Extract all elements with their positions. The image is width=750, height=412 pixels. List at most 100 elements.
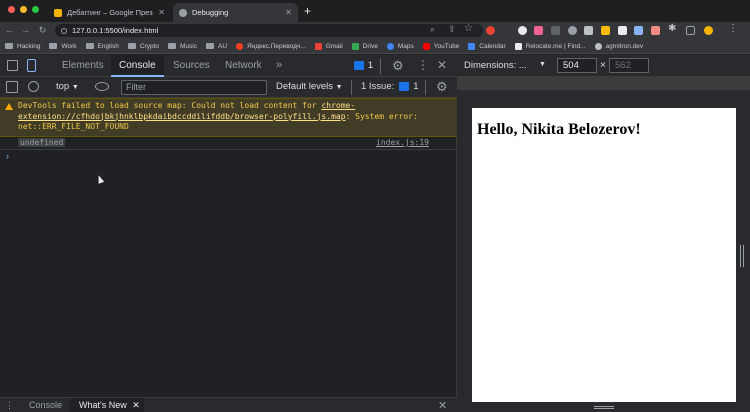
- new-tab-button[interactable]: +: [304, 4, 311, 18]
- log-source-link[interactable]: index.js:19: [376, 138, 429, 147]
- bookmark-music[interactable]: Music: [168, 43, 197, 50]
- width-input[interactable]: 504: [557, 58, 597, 73]
- back-arrow-icon[interactable]: ←: [4, 25, 15, 36]
- extension-gear-icon[interactable]: [568, 26, 577, 35]
- close-devtools-icon[interactable]: ✕: [437, 58, 447, 72]
- maps-icon: [386, 42, 394, 50]
- drawer-menu-icon[interactable]: ⋮: [5, 400, 14, 411]
- height-input[interactable]: 562: [609, 58, 649, 73]
- extension-doc-icon[interactable]: [618, 26, 627, 35]
- address-bar[interactable]: 127.0.0.1:5500/index.html: [55, 24, 483, 37]
- bookmark-label: YouTube: [433, 42, 460, 50]
- youtube-icon: [422, 42, 430, 50]
- bookmark-drive[interactable]: Drive: [351, 42, 378, 50]
- filter-input[interactable]: Filter: [121, 80, 267, 95]
- browser-tab-slides[interactable]: Дебаггинг – Google Презентации ✕: [48, 3, 171, 22]
- log-levels-dropdown[interactable]: Default levels ▼: [276, 81, 343, 92]
- bookmark-label: AU: [218, 42, 228, 50]
- tab-console[interactable]: Console: [111, 55, 164, 77]
- url-text: 127.0.0.1:5500/index.html: [72, 26, 159, 35]
- warning-text: DevTools failed to load source map: Coul…: [18, 101, 322, 110]
- close-window-button[interactable]: [8, 6, 15, 13]
- reload-icon[interactable]: ↻: [37, 25, 48, 36]
- search-icon[interactable]: ⌕: [430, 24, 435, 35]
- bookmark-youtube[interactable]: YouTube: [422, 42, 460, 50]
- bookmark-star-icon[interactable]: ☆: [464, 23, 473, 34]
- warning-icon: [5, 103, 13, 110]
- dropdown-arrow-icon[interactable]: ▼: [539, 61, 546, 68]
- sidebar-toggle-icon[interactable]: [686, 26, 695, 35]
- bookmark-gmail[interactable]: Gmail: [314, 42, 343, 50]
- bottom-resize-handle[interactable]: [594, 406, 614, 409]
- log-value: undefined: [18, 138, 66, 147]
- live-expression-eye-icon[interactable]: [95, 82, 109, 91]
- bookmark-crypto[interactable]: Crypto: [127, 43, 159, 50]
- resize-handle[interactable]: [740, 245, 744, 267]
- issues-count: 1: [368, 60, 374, 70]
- bookmark-yandex-translate[interactable]: Яндекс.Переводч...: [236, 42, 306, 50]
- extension-circle-icon[interactable]: [518, 26, 527, 35]
- dimensions-dropdown[interactable]: Dimensions: ...: [464, 60, 544, 71]
- settings-gear-icon[interactable]: ⚙: [392, 58, 404, 74]
- tab-network[interactable]: Network: [217, 55, 270, 77]
- extension-gray-icon[interactable]: [551, 26, 560, 35]
- maximize-window-button[interactable]: [32, 6, 39, 13]
- extension-shield-icon[interactable]: [584, 26, 593, 35]
- extension-red-icon[interactable]: [651, 26, 660, 35]
- share-icon[interactable]: ⇪: [448, 24, 456, 35]
- close-tab-icon[interactable]: ✕: [158, 8, 165, 17]
- extension-adblock-icon[interactable]: [486, 26, 495, 35]
- slides-favicon-icon: [54, 8, 62, 17]
- extension-blue-icon[interactable]: [634, 26, 643, 35]
- drawer-tab-whats-new[interactable]: What's New ✕: [70, 398, 144, 412]
- bookmark-calendar[interactable]: Calendar: [468, 42, 506, 50]
- clear-console-icon[interactable]: [28, 81, 39, 92]
- profile-avatar[interactable]: [704, 26, 713, 35]
- issues-button[interactable]: 1 Issue: 1: [361, 81, 419, 92]
- console-warning-message: DevTools failed to load source map: Coul…: [0, 98, 457, 137]
- extensions-puzzle-icon[interactable]: ✱: [668, 23, 676, 34]
- drawer-tab-console[interactable]: Console: [20, 398, 71, 412]
- more-tabs-button[interactable]: »: [276, 59, 282, 71]
- browser-menu-icon[interactable]: ⋮: [728, 23, 738, 34]
- tab-sources[interactable]: Sources: [165, 55, 218, 77]
- inspect-element-icon[interactable]: [7, 60, 18, 71]
- close-tab-icon[interactable]: ✕: [132, 400, 140, 410]
- devtools-menu-icon[interactable]: ⋮: [417, 58, 429, 72]
- bookmark-agmitron[interactable]: agmitron.dev: [594, 42, 643, 50]
- console-settings-gear-icon[interactable]: ⚙: [436, 79, 448, 95]
- close-drawer-icon[interactable]: ✕: [438, 399, 447, 412]
- context-label: top: [56, 81, 70, 92]
- minimize-window-button[interactable]: [20, 6, 27, 13]
- tab-elements[interactable]: Elements: [54, 55, 112, 77]
- bookmark-au[interactable]: AU: [206, 43, 227, 50]
- device-toolbar: Dimensions: ... ▼ 504 × 562: [457, 55, 750, 77]
- bookmark-maps[interactable]: Maps: [386, 42, 414, 50]
- bookmark-english[interactable]: English: [85, 43, 119, 50]
- bookmark-relocate[interactable]: Relocate.me | Find...: [514, 42, 586, 50]
- tab-label: Debugging: [192, 8, 229, 17]
- console-log-row: undefined index.js:19: [0, 137, 457, 150]
- sidebar-toggle-icon[interactable]: [6, 81, 18, 93]
- issue-label: 1 Issue:: [361, 81, 395, 92]
- address-row: ← → ↻ 127.0.0.1:5500/index.html ⌕ ⇪ ☆ ✱ …: [0, 22, 750, 39]
- bookmark-work[interactable]: Work: [49, 43, 77, 50]
- browser-tab-debugging[interactable]: Debugging ✕: [173, 3, 298, 22]
- bookmark-label: Hacking: [17, 42, 41, 50]
- bookmark-label: Gmail: [325, 42, 343, 50]
- folder-icon: [49, 43, 58, 49]
- dropdown-arrow-icon: ▼: [71, 84, 79, 91]
- forward-arrow-icon[interactable]: →: [20, 25, 31, 36]
- bookmark-hacking[interactable]: Hacking: [5, 43, 40, 50]
- close-tab-icon[interactable]: ✕: [285, 8, 292, 17]
- issues-counter-button[interactable]: 1: [354, 60, 373, 70]
- media-query-bar[interactable]: [457, 77, 750, 90]
- site-info-icon[interactable]: [61, 27, 67, 34]
- relocate-icon: [514, 42, 522, 50]
- console-prompt[interactable]: ›: [6, 151, 9, 161]
- context-selector[interactable]: top ▼: [56, 81, 79, 92]
- extension-pink-icon[interactable]: [534, 26, 543, 35]
- extension-yellow-icon[interactable]: [601, 26, 610, 35]
- device-toolbar-icon[interactable]: [27, 59, 36, 72]
- bookmark-label: Relocate.me | Find...: [525, 42, 586, 50]
